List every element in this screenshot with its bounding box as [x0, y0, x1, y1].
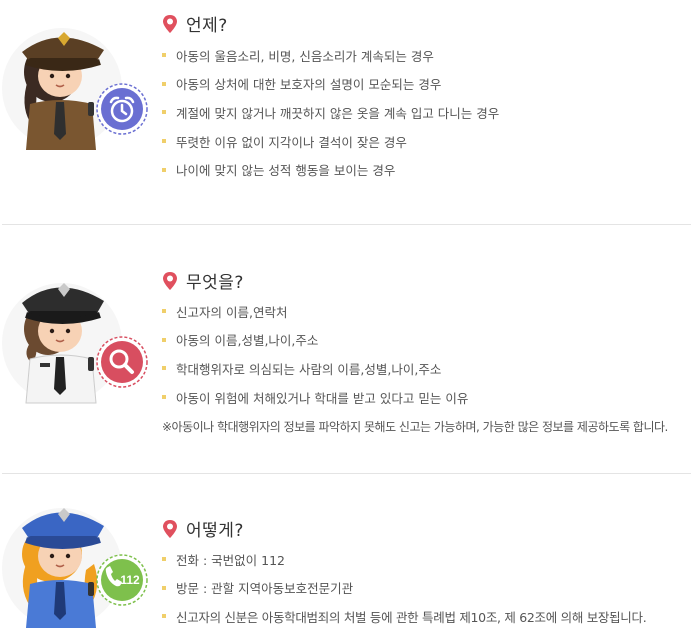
section-what: 무엇을? 신고자의 이름,연락처 아동의 이름,성별,나이,주소 학대행위자로 … — [0, 225, 693, 473]
bullet-icon — [162, 337, 166, 342]
page-title: 언제? — [186, 16, 228, 36]
section-title-how: 어떻게? — [162, 516, 244, 541]
list-item: 뚜렷한 이유 없이 지각이나 결석이 잦은 경우 — [162, 127, 499, 156]
bullet-icon — [162, 110, 166, 115]
bullet-icon — [162, 139, 166, 144]
list-item: 계절에 맞지 않거나 깨끗하지 않은 옷을 계속 입고 다니는 경우 — [162, 98, 499, 127]
bullet-icon — [162, 395, 166, 400]
list-item: 아동의 울음소리, 비명, 신음소리가 계속되는 경우 — [162, 41, 499, 70]
list-item: 아동의 이름,성별,나이,주소 — [162, 326, 468, 355]
note-text: ※아동이나 학대행위자의 정보를 파악하지 못해도 신고는 가능하며, 가능한 … — [162, 420, 668, 434]
how-list: 전화 : 국번없이 112 방문 : 관할 지역아동보호전문기관 신고자의 신분… — [162, 545, 647, 631]
list-item: 학대행위자로 의심되는 사람의 이름,성별,나이,주소 — [162, 354, 468, 383]
bullet-icon — [162, 366, 166, 371]
bullet-icon — [162, 614, 166, 619]
section-title-what: 무엇을? — [162, 268, 244, 293]
map-pin-icon — [163, 271, 177, 290]
bullet-icon — [162, 81, 166, 86]
bullet-icon — [162, 167, 166, 172]
phone-badge: 112 — [96, 554, 148, 610]
when-list: 아동의 울음소리, 비명, 신음소리가 계속되는 경우 아동의 상처에 대한 보… — [162, 41, 499, 184]
list-item: 아동이 위험에 처해있거나 학대를 받고 있다고 믿는 이유 — [162, 383, 468, 412]
what-list: 신고자의 이름,연락처 아동의 이름,성별,나이,주소 학대행위자로 의심되는 … — [162, 297, 468, 411]
section-title-when: 언제? — [162, 11, 228, 36]
map-pin-icon — [163, 14, 177, 33]
map-pin-icon — [163, 519, 177, 538]
svg-text:112: 112 — [120, 573, 140, 587]
bullet-icon — [162, 309, 166, 314]
bullet-icon — [162, 557, 166, 562]
list-item: 나이에 맞지 않는 성적 행동을 보이는 경우 — [162, 155, 499, 184]
bullet-icon — [162, 585, 166, 590]
alarm-clock-badge — [96, 83, 148, 139]
list-item: 방문 : 관할 지역아동보호전문기관 — [162, 574, 646, 603]
section-how: 112 어떻게? 전화 : 국번없이 112 방문 : 관할 지역아동보호전문기… — [0, 474, 693, 634]
list-item: 신고자의 신분은 아동학대범죄의 처벌 등에 관한 특례법 제10조, 제 62… — [162, 602, 647, 631]
search-badge — [96, 336, 148, 392]
list-item: 신고자의 이름,연락처 — [162, 297, 468, 326]
bullet-icon — [162, 53, 166, 58]
list-item: 아동의 상처에 대한 보호자의 설명이 모순되는 경우 — [162, 70, 499, 99]
section-when: 언제? 아동의 울음소리, 비명, 신음소리가 계속되는 경우 아동의 상처에 … — [0, 0, 693, 224]
list-item: 전화 : 국번없이 112 — [162, 545, 646, 574]
